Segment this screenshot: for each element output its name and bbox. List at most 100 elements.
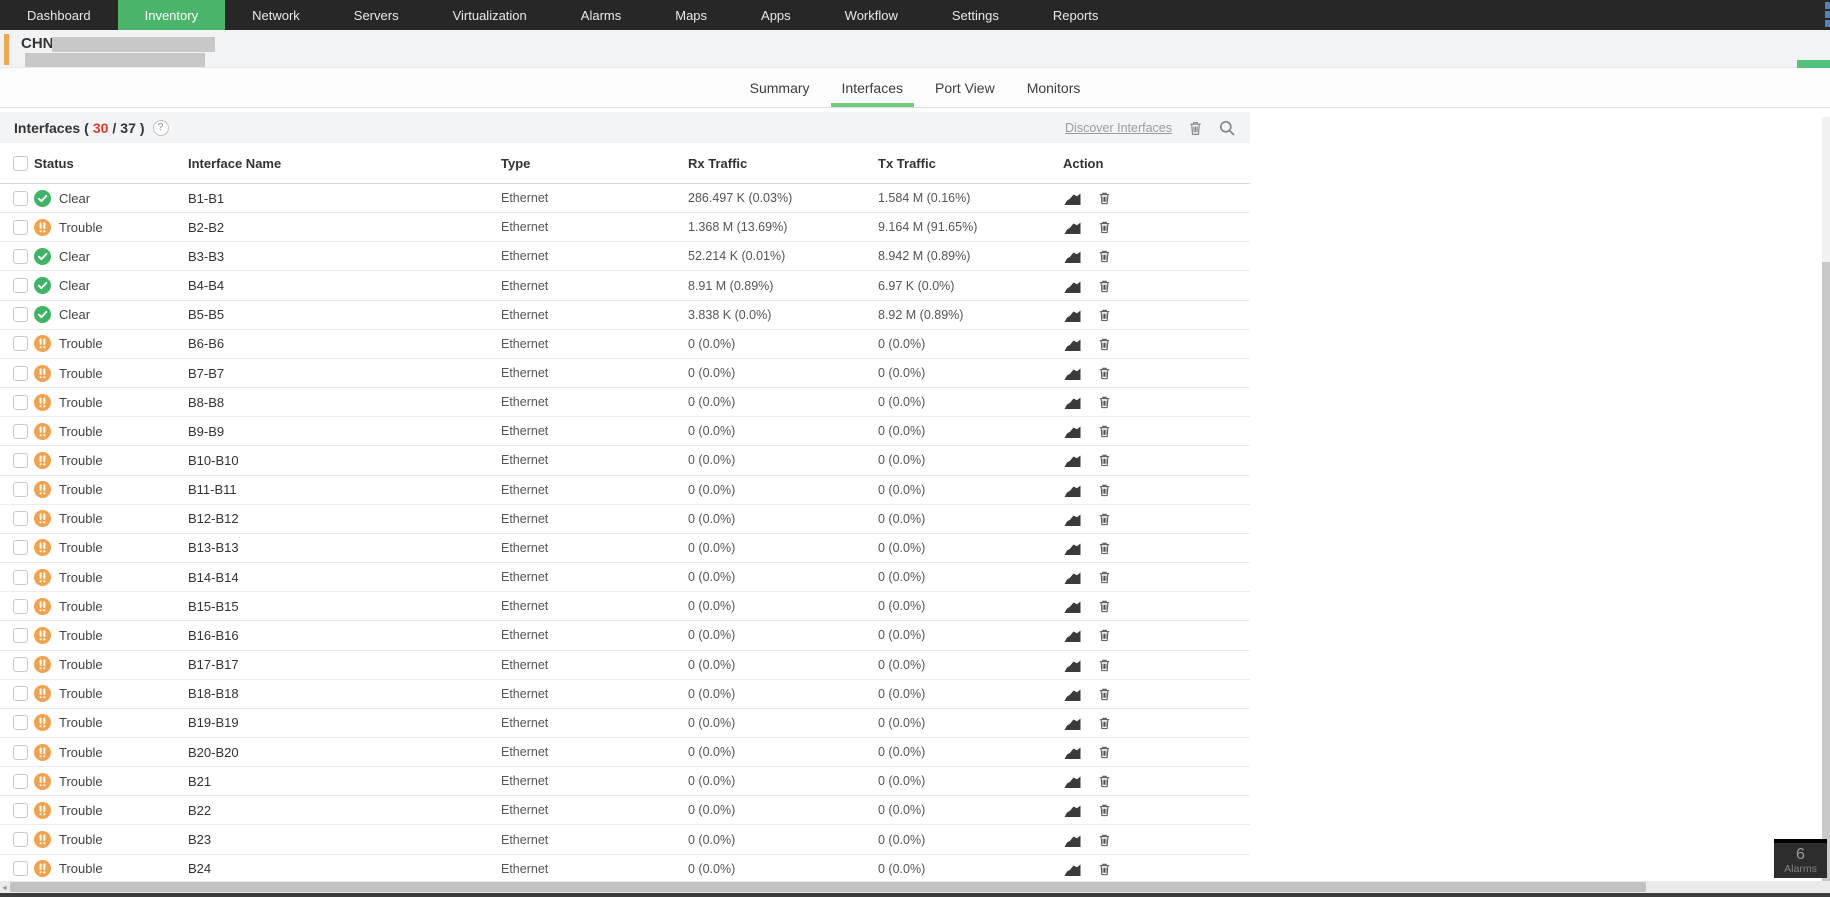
delete-icon[interactable] [1097,510,1116,527]
row-checkbox[interactable] [13,802,28,818]
nav-item[interactable]: Inventory [117,0,226,30]
help-icon[interactable]: ? [152,119,169,136]
delete-icon[interactable] [1097,365,1116,382]
traffic-chart-icon[interactable] [1063,569,1082,586]
row-checkbox[interactable] [13,248,28,264]
row-checkbox[interactable] [13,307,28,323]
col-header-rx-traffic[interactable]: Rx Traffic [688,156,878,171]
traffic-chart-icon[interactable] [1063,190,1082,207]
row-checkbox[interactable] [13,657,28,673]
traffic-chart-icon[interactable] [1063,831,1082,848]
traffic-chart-icon[interactable] [1063,539,1082,556]
delete-icon[interactable] [1097,190,1116,207]
alarms-badge[interactable]: 6 Alarms [1774,839,1827,878]
delete-icon[interactable] [1097,219,1116,236]
row-checkbox[interactable] [13,190,28,206]
row-checkbox[interactable] [13,744,28,760]
traffic-chart-icon[interactable] [1063,452,1082,469]
row-checkbox[interactable] [13,423,28,439]
nav-item[interactable]: Virtualization [426,0,554,30]
device-tab[interactable]: Monitors [1014,68,1094,107]
traffic-chart-icon[interactable] [1063,248,1082,265]
delete-icon[interactable] [1097,685,1116,702]
delete-icon[interactable] [1097,248,1116,265]
row-checkbox[interactable] [13,627,28,643]
delete-icon[interactable] [1097,394,1116,411]
nav-item[interactable]: Maps [648,0,734,30]
delete-icon[interactable] [1097,423,1116,440]
row-checkbox[interactable] [13,598,28,614]
nav-item[interactable]: Network [225,0,327,30]
delete-icon[interactable] [1097,569,1116,586]
traffic-chart-icon[interactable] [1063,394,1082,411]
device-tab[interactable]: Interfaces [829,68,916,107]
nav-item[interactable]: Alarms [554,0,648,30]
row-checkbox[interactable] [13,452,28,468]
traffic-chart-icon[interactable] [1063,714,1082,731]
traffic-chart-icon[interactable] [1063,365,1082,382]
traffic-chart-icon[interactable] [1063,802,1082,819]
device-tab[interactable]: Port View [922,68,1008,107]
row-checkbox[interactable] [13,540,28,556]
nav-item[interactable]: Apps [734,0,818,30]
row-checkbox[interactable] [13,832,28,848]
row-checkbox[interactable] [13,394,28,410]
delete-icon[interactable] [1097,598,1116,615]
scroll-left-arrow-icon[interactable]: ◂ [0,881,9,893]
traffic-chart-icon[interactable] [1063,627,1082,644]
traffic-chart-icon[interactable] [1063,656,1082,673]
row-checkbox[interactable] [13,686,28,702]
traffic-chart-icon[interactable] [1063,685,1082,702]
apps-grid-icon[interactable] [1825,2,1830,27]
discover-interfaces-link[interactable]: Discover Interfaces [1065,121,1172,135]
nav-item[interactable]: Workflow [818,0,925,30]
traffic-chart-icon[interactable] [1063,306,1082,323]
delete-icon[interactable] [1097,277,1116,294]
nav-item[interactable]: Settings [925,0,1026,30]
traffic-chart-icon[interactable] [1063,423,1082,440]
delete-icon[interactable] [1097,656,1116,673]
row-checkbox[interactable] [13,278,28,294]
traffic-chart-icon[interactable] [1063,860,1082,877]
delete-icon[interactable] [1097,773,1116,790]
traffic-chart-icon[interactable] [1063,773,1082,790]
nav-item[interactable]: Dashboard [0,0,118,30]
row-checkbox[interactable] [13,569,28,585]
horizontal-scrollbar-thumb[interactable] [10,882,1646,892]
col-header-interface-name[interactable]: Interface Name [188,156,501,171]
row-checkbox[interactable] [13,511,28,527]
search-icon[interactable] [1218,119,1236,137]
select-all-checkbox[interactable] [13,155,28,171]
row-checkbox[interactable] [13,365,28,381]
trash-icon[interactable] [1186,119,1204,137]
traffic-chart-icon[interactable] [1063,335,1082,352]
nav-item[interactable]: Reports [1026,0,1126,30]
delete-icon[interactable] [1097,335,1116,352]
col-header-type[interactable]: Type [501,156,688,171]
delete-icon[interactable] [1097,831,1116,848]
horizontal-scrollbar-track[interactable]: ◂ [0,881,1830,893]
row-checkbox[interactable] [13,336,28,352]
delete-icon[interactable] [1097,481,1116,498]
traffic-chart-icon[interactable] [1063,598,1082,615]
row-checkbox[interactable] [13,773,28,789]
vertical-scrollbar-thumb[interactable] [1822,262,1830,897]
delete-icon[interactable] [1097,306,1116,323]
row-checkbox[interactable] [13,715,28,731]
col-header-status[interactable]: Status [34,156,188,171]
row-checkbox[interactable] [13,861,28,877]
delete-icon[interactable] [1097,714,1116,731]
delete-icon[interactable] [1097,860,1116,877]
row-checkbox[interactable] [13,219,28,235]
row-checkbox[interactable] [13,482,28,498]
vertical-scrollbar-track[interactable] [1822,117,1830,897]
delete-icon[interactable] [1097,627,1116,644]
traffic-chart-icon[interactable] [1063,219,1082,236]
traffic-chart-icon[interactable] [1063,481,1082,498]
col-header-tx-traffic[interactable]: Tx Traffic [878,156,1063,171]
traffic-chart-icon[interactable] [1063,744,1082,761]
delete-icon[interactable] [1097,539,1116,556]
traffic-chart-icon[interactable] [1063,510,1082,527]
delete-icon[interactable] [1097,744,1116,761]
delete-icon[interactable] [1097,452,1116,469]
